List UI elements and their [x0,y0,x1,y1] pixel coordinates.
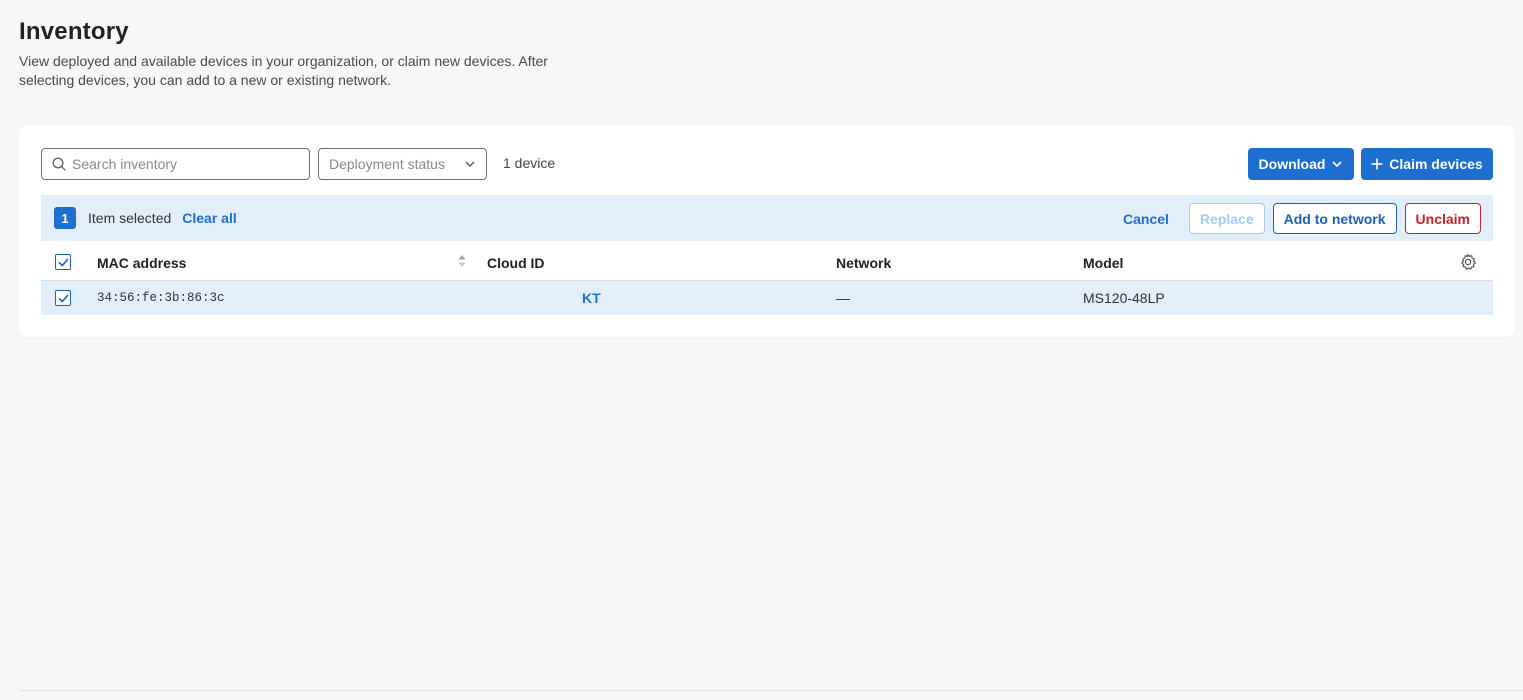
chevron-down-icon [1333,161,1342,167]
column-header-model[interactable]: Model [1083,255,1123,271]
checkmark-icon [58,294,68,302]
page-title: Inventory [19,18,129,45]
selected-label: Item selected [88,210,172,226]
checkmark-icon [58,258,68,266]
clear-all-link[interactable]: Clear all [182,210,236,226]
cell-mac: 34:56:fe:3b:86:3c [97,291,225,305]
selected-count-badge: 1 [54,207,76,229]
column-header-mac[interactable]: MAC address [97,255,186,271]
search-input[interactable] [72,156,292,172]
chevron-down-icon [465,161,475,167]
row-checkbox[interactable] [55,290,71,306]
table-row[interactable]: 34:56:fe:3b:86:3c KT — MS120-48LP [41,281,1493,315]
cell-network: — [836,290,850,306]
page-description: View deployed and available devices in y… [19,53,548,88]
claim-devices-button[interactable]: Claim devices [1361,148,1493,180]
plus-icon [1371,158,1383,170]
column-header-network[interactable]: Network [836,255,891,271]
deployment-status-label: Deployment status [329,156,445,172]
inventory-card: Deployment status 1 device Download Clai… [19,125,1515,337]
download-button[interactable]: Download [1248,148,1354,180]
toolbar: Deployment status 1 device Download Clai… [41,148,1493,180]
cancel-button[interactable]: Cancel [1111,211,1181,227]
inventory-table: MAC address Cloud ID Network Model 34:56… [41,243,1493,315]
cell-cloud-id-link[interactable]: KT [582,290,601,306]
select-all-checkbox[interactable] [55,254,71,270]
selection-bar: 1 Item selected Clear all Cancel Replace… [41,195,1493,241]
page-header: Inventory View deployed and available de… [19,18,579,90]
deployment-status-select[interactable]: Deployment status [318,148,487,180]
search-icon [52,157,66,171]
cell-model: MS120-48LP [1083,290,1165,306]
selection-actions: Cancel Replace Add to network Unclaim [1111,203,1481,234]
download-button-label: Download [1258,156,1326,172]
replace-button[interactable]: Replace [1188,203,1265,234]
footer-divider [19,690,1523,691]
unclaim-button[interactable]: Unclaim [1404,203,1481,234]
sort-icon[interactable] [458,254,466,271]
add-to-network-button[interactable]: Add to network [1272,203,1397,234]
device-count: 1 device [503,155,556,171]
gear-icon[interactable] [1459,253,1477,274]
column-header-cloud-id[interactable]: Cloud ID [487,255,545,271]
claim-devices-label: Claim devices [1389,156,1483,172]
table-header: MAC address Cloud ID Network Model [41,243,1493,281]
search-field[interactable] [41,148,310,180]
